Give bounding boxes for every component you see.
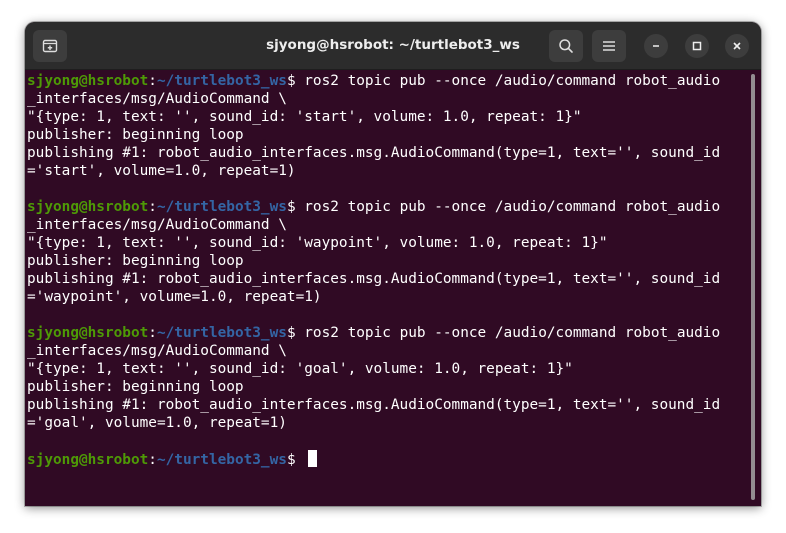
prompt-symbol: $ bbox=[286, 73, 296, 89]
output-line: publisher: beginning loop bbox=[27, 127, 244, 143]
output-line: _interfaces/msg/AudioCommand \ bbox=[27, 343, 287, 359]
menu-button[interactable] bbox=[592, 30, 626, 62]
minimize-button[interactable] bbox=[644, 34, 668, 58]
prompt-user-host: sjyong@hsrobot bbox=[27, 452, 149, 468]
command-text: ros2 topic pub --once /audio/command rob… bbox=[295, 325, 721, 341]
prompt-line: sjyong@hsrobot:~/turtlebot3_ws$ bbox=[27, 450, 318, 468]
terminal-window: sjyong@hsrobot: ~/turtlebot3_ws sjyong@h… bbox=[25, 22, 761, 506]
search-icon bbox=[559, 39, 573, 53]
terminal-output[interactable]: sjyong@hsrobot:~/turtlebot3_ws$ ros2 top… bbox=[25, 70, 753, 506]
prompt-path: ~/turtlebot3_ws bbox=[156, 199, 287, 215]
output-line: publisher: beginning loop bbox=[27, 379, 244, 395]
output-line: _interfaces/msg/AudioCommand \ bbox=[27, 217, 287, 233]
prompt-separator: : bbox=[148, 452, 157, 468]
prompt-user-host: sjyong@hsrobot bbox=[27, 199, 149, 215]
output-line: "{type: 1, text: '', sound_id: 'goal', v… bbox=[27, 361, 573, 377]
minimize-icon bbox=[653, 45, 659, 47]
output-line: publishing #1: robot_audio_interfaces.ms… bbox=[27, 397, 721, 413]
new-tab-icon bbox=[42, 39, 58, 53]
prompt-symbol: $ bbox=[286, 325, 296, 341]
prompt-line: sjyong@hsrobot:~/turtlebot3_ws$ ros2 top… bbox=[27, 72, 720, 90]
output-line: ='goal', volume=1.0, repeat=1) bbox=[27, 415, 287, 431]
output-line: ='waypoint', volume=1.0, repeat=1) bbox=[27, 289, 322, 305]
output-line: "{type: 1, text: '', sound_id: 'waypoint… bbox=[27, 235, 608, 251]
close-button[interactable] bbox=[725, 34, 749, 58]
prompt-user-host: sjyong@hsrobot bbox=[27, 73, 149, 89]
prompt-path: ~/turtlebot3_ws bbox=[156, 452, 287, 468]
prompt-line: sjyong@hsrobot:~/turtlebot3_ws$ ros2 top… bbox=[27, 324, 720, 342]
prompt-separator: : bbox=[148, 73, 157, 89]
prompt-path: ~/turtlebot3_ws bbox=[156, 325, 287, 341]
maximize-button[interactable] bbox=[685, 34, 709, 58]
output-line: _interfaces/msg/AudioCommand \ bbox=[27, 91, 287, 107]
close-icon bbox=[733, 42, 741, 50]
title-bar[interactable]: sjyong@hsrobot: ~/turtlebot3_ws bbox=[25, 22, 761, 70]
prompt-path: ~/turtlebot3_ws bbox=[156, 73, 287, 89]
prompt-separator: : bbox=[148, 325, 157, 341]
command-text: ros2 topic pub --once /audio/command rob… bbox=[295, 199, 721, 215]
maximize-icon bbox=[692, 41, 702, 51]
new-tab-button[interactable] bbox=[33, 30, 67, 62]
output-line: publishing #1: robot_audio_interfaces.ms… bbox=[27, 145, 721, 161]
prompt-symbol: $ bbox=[286, 452, 296, 468]
search-button[interactable] bbox=[549, 30, 583, 62]
scrollbar[interactable] bbox=[751, 74, 755, 500]
output-line: publishing #1: robot_audio_interfaces.ms… bbox=[27, 271, 721, 287]
output-line: ='start', volume=1.0, repeat=1) bbox=[27, 163, 296, 179]
output-line: publisher: beginning loop bbox=[27, 253, 244, 269]
prompt-user-host: sjyong@hsrobot bbox=[27, 325, 149, 341]
command-text bbox=[296, 452, 305, 468]
output-line: "{type: 1, text: '', sound_id: 'start', … bbox=[27, 109, 582, 125]
prompt-separator: : bbox=[148, 199, 157, 215]
prompt-symbol: $ bbox=[286, 199, 296, 215]
hamburger-menu-icon bbox=[603, 41, 615, 51]
command-text: ros2 topic pub --once /audio/command rob… bbox=[295, 73, 721, 89]
prompt-line: sjyong@hsrobot:~/turtlebot3_ws$ ros2 top… bbox=[27, 198, 720, 216]
text-cursor bbox=[308, 450, 318, 467]
